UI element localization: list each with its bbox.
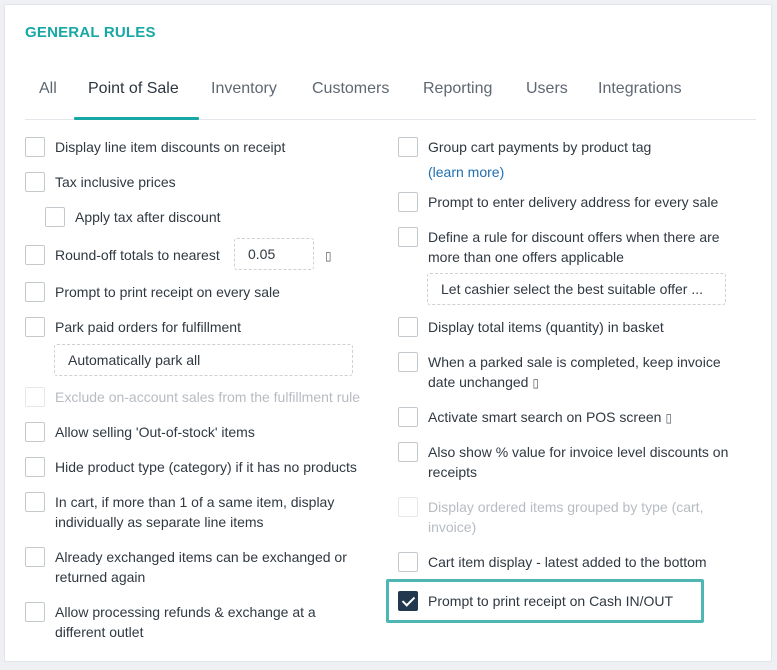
learn-more-link[interactable]: (learn more) — [428, 162, 504, 182]
option-apply-tax-after-discount: Apply tax after discount — [45, 207, 375, 229]
option-smart-search: Activate smart search on POS screen ▯ — [398, 407, 758, 429]
option-label: Display line item discounts on receipt — [55, 139, 286, 155]
option-exclude-on-account: Exclude on-account sales from the fulfil… — [25, 387, 385, 409]
option-display-discounts: Display line item discounts on receipt — [25, 137, 375, 159]
option-refunds-outlet: Allow processing refunds & exchange at a… — [25, 602, 375, 644]
option-tax-inclusive: Tax inclusive prices — [25, 172, 375, 194]
tab-point-of-sale[interactable]: Point of Sale — [88, 80, 179, 120]
option-label: Activate smart search on POS screen ▯ — [428, 409, 673, 425]
checkbox-exchanged-again[interactable] — [25, 547, 45, 567]
checkbox-grouped-by-type — [398, 497, 418, 517]
option-discount-rule: Define a rule for discount offers when t… — [398, 227, 758, 269]
checkbox-apply-tax-after-discount[interactable] — [45, 207, 65, 227]
option-label: Prompt to print receipt on Cash IN/OUT — [428, 593, 674, 609]
tab-all[interactable]: All — [39, 80, 57, 120]
option-label: Allow selling 'Out-of-stock' items — [55, 424, 255, 440]
checkbox-cart-item-display[interactable] — [398, 552, 418, 572]
info-icon[interactable]: ▯ — [325, 246, 332, 266]
option-hide-product-type: Hide product type (category) if it has n… — [25, 457, 385, 479]
tab-reporting[interactable]: Reporting — [423, 80, 492, 120]
option-label: In cart, if more than 1 of a same item, … — [55, 494, 335, 510]
option-parked-sale-date: When a parked sale is completed, keep in… — [398, 352, 758, 394]
option-label: Define a rule for discount offers when t… — [428, 229, 720, 245]
option-label: Allow processing refunds & exchange at a — [55, 604, 316, 620]
checkbox-cash-in-out[interactable] — [398, 591, 418, 611]
checkbox-total-items[interactable] — [398, 317, 418, 337]
option-total-items: Display total items (quantity) in basket — [398, 317, 758, 339]
tab-bar: All Point of Sale Inventory Customers Re… — [5, 68, 765, 120]
option-prompt-print-receipt: Prompt to print receipt on every sale — [25, 282, 375, 304]
option-grouped-by-type: Display ordered items grouped by type (c… — [398, 497, 758, 539]
option-delivery-address: Prompt to enter delivery address for eve… — [398, 192, 758, 214]
checkbox-smart-search[interactable] — [398, 407, 418, 427]
option-group-cart-payments: Group cart payments by product tag (lear… — [398, 137, 758, 182]
option-label: Group cart payments by product tag — [428, 139, 652, 155]
option-cart-item-display: Cart item display - latest added to the … — [398, 552, 758, 574]
option-label-line2: invoice) — [428, 519, 477, 535]
option-cart-separate-lines: In cart, if more than 1 of a same item, … — [25, 492, 375, 534]
option-label: Prompt to enter delivery address for eve… — [428, 194, 719, 210]
tab-customers[interactable]: Customers — [312, 80, 389, 120]
option-label: Round-off totals to nearest — [55, 247, 220, 263]
checkbox-cart-separate-lines[interactable] — [25, 492, 45, 512]
option-label: Park paid orders for fulfillment — [55, 319, 241, 335]
info-icon[interactable]: ▯ — [665, 411, 672, 425]
info-icon[interactable]: ▯ — [532, 376, 539, 390]
option-label: When a parked sale is completed, keep in… — [428, 354, 721, 370]
option-label: Already exchanged items can be exchanged… — [55, 549, 347, 565]
tab-integrations[interactable]: Integrations — [598, 80, 682, 120]
option-round-off: Round-off totals to nearest — [25, 245, 375, 267]
option-cash-in-out: Prompt to print receipt on Cash IN/OUT — [398, 591, 698, 613]
option-percent-value: Also show % value for invoice level disc… — [398, 442, 758, 484]
option-label-line2: more than one offers applicable — [428, 249, 624, 265]
option-label: Apply tax after discount — [75, 209, 221, 225]
checkbox-hide-product-type[interactable] — [25, 457, 45, 477]
option-park-paid-orders: Park paid orders for fulfillment — [25, 317, 375, 339]
option-allow-out-of-stock: Allow selling 'Out-of-stock' items — [25, 422, 375, 444]
checkbox-allow-out-of-stock[interactable] — [25, 422, 45, 442]
option-label: Display ordered items grouped by type (c… — [428, 499, 704, 515]
option-label-line2: date unchanged ▯ — [428, 374, 540, 390]
checkbox-parked-sale-date[interactable] — [398, 352, 418, 372]
checkbox-percent-value[interactable] — [398, 442, 418, 462]
tab-users[interactable]: Users — [526, 80, 568, 120]
discount-offer-select[interactable]: Let cashier select the best suitable off… — [427, 273, 726, 305]
checkbox-exclude-on-account — [25, 387, 45, 407]
checkbox-group-cart-payments[interactable] — [398, 137, 418, 157]
checkbox-park-paid-orders[interactable] — [25, 317, 45, 337]
page-title: GENERAL RULES — [25, 24, 156, 41]
option-label: Also show % value for invoice level disc… — [428, 444, 729, 460]
park-mode-select[interactable]: Automatically park all — [54, 344, 353, 376]
option-label-line2: different outlet — [55, 624, 144, 640]
option-exchanged-again: Already exchanged items can be exchanged… — [25, 547, 375, 589]
option-label: Exclude on-account sales from the fulfil… — [55, 389, 361, 405]
active-tab-indicator — [74, 117, 199, 120]
option-label: Cart item display - latest added to the … — [428, 554, 707, 570]
checkbox-display-discounts[interactable] — [25, 137, 45, 157]
checkbox-round-off[interactable] — [25, 245, 45, 265]
option-label: Hide product type (category) if it has n… — [55, 459, 357, 475]
option-label: Tax inclusive prices — [55, 174, 176, 190]
general-rules-panel: GENERAL RULES All Point of Sale Inventor… — [4, 4, 772, 662]
option-label-line2: returned again — [55, 569, 146, 585]
option-label: Prompt to print receipt on every sale — [55, 284, 280, 300]
option-label-line2: individually as separate line items — [55, 514, 264, 530]
round-off-value-input[interactable]: 0.05 — [234, 238, 314, 270]
checkbox-prompt-print-receipt[interactable] — [25, 282, 45, 302]
checkbox-tax-inclusive[interactable] — [25, 172, 45, 192]
checkbox-refunds-outlet[interactable] — [25, 602, 45, 622]
checkbox-discount-rule[interactable] — [398, 227, 418, 247]
option-label: Display total items (quantity) in basket — [428, 319, 664, 335]
tab-inventory[interactable]: Inventory — [211, 80, 277, 120]
option-label-line2: receipts — [428, 464, 478, 480]
checkbox-delivery-address[interactable] — [398, 192, 418, 212]
